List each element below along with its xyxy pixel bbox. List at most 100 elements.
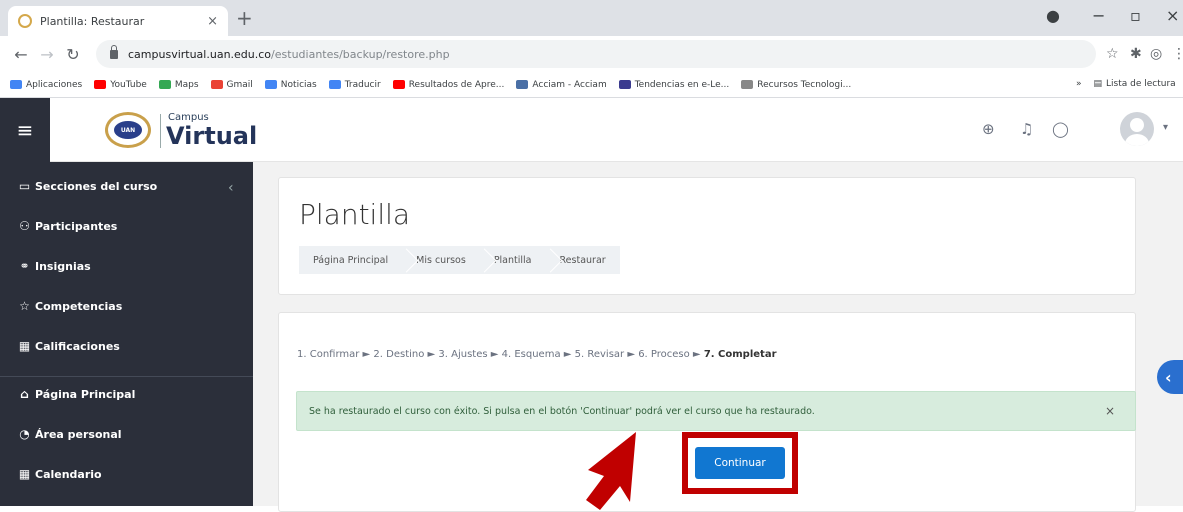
browser-nav-bar: ← → ↻ campusvirtual.uan.edu.co/estudiant… bbox=[0, 36, 1183, 72]
reading-list-label: Lista de lectura bbox=[1106, 79, 1176, 89]
sidebar-item-competencias[interactable]: ☆ Competencias bbox=[18, 299, 123, 314]
reading-list[interactable]: » ▤ Lista de lectura bbox=[1076, 79, 1176, 89]
new-tab-button[interactable]: + bbox=[236, 8, 253, 28]
user-avatar[interactable] bbox=[1120, 112, 1154, 146]
reading-list-icon: ▤ bbox=[1093, 79, 1103, 89]
page-title: Plantilla bbox=[299, 198, 411, 231]
account-icon[interactable]: ◎ bbox=[1150, 46, 1162, 62]
close-window-button[interactable]: × bbox=[1166, 6, 1179, 26]
sidebar-item-página-principal[interactable]: ⌂ Página Principal bbox=[18, 387, 136, 402]
sidebar-item-secciones-del-curso[interactable]: ▭ Secciones del curso bbox=[18, 179, 158, 194]
arrow-shape bbox=[586, 432, 636, 510]
bookmark-item[interactable]: Recursos Tecnologi... bbox=[741, 80, 851, 90]
badge-icon: ⚭ bbox=[19, 259, 30, 273]
breadcrumb-item[interactable]: Restaurar bbox=[546, 246, 620, 274]
lock-icon bbox=[110, 44, 118, 59]
sidebar-item-insignias[interactable]: ⚭ Insignias bbox=[18, 259, 91, 274]
bookmark-item[interactable]: Gmail bbox=[210, 79, 253, 90]
sidebar-item-label: Calendario bbox=[35, 468, 102, 481]
sidebar-item-calificaciones[interactable]: ▦ Calificaciones bbox=[18, 339, 120, 354]
more-bookmarks-icon[interactable]: » bbox=[1076, 79, 1082, 89]
minimize-button[interactable]: − bbox=[1092, 6, 1105, 26]
collapse-chevron-icon[interactable]: ‹ bbox=[228, 180, 234, 196]
bookmark-icon bbox=[210, 80, 223, 89]
user-menu-caret-icon[interactable]: ▾ bbox=[1163, 122, 1168, 133]
bookmark-icon bbox=[10, 80, 22, 89]
breadcrumb: Página Principal Mis cursos Plantilla Resta… bbox=[299, 246, 620, 274]
bookmark-label: Recursos Tecnologi... bbox=[757, 79, 852, 90]
university-logo[interactable]: UAN bbox=[105, 112, 151, 148]
maximize-button[interactable]: ▫ bbox=[1130, 6, 1141, 26]
home-icon: ⌂ bbox=[20, 387, 29, 401]
browser-tab[interactable]: Plantilla: Restaurar × bbox=[8, 6, 228, 36]
bookmark-label: Traducir bbox=[344, 79, 381, 90]
reload-icon[interactable]: ↻ bbox=[60, 45, 86, 64]
bookmarks-bar: Aplicaciones YouTube Maps Gmail Noticias Trad… bbox=[0, 72, 1183, 98]
bookmark-item[interactable]: Resultados de Apre... bbox=[392, 79, 505, 90]
bookmark-item[interactable]: Tendencias en e-Le... bbox=[618, 79, 730, 90]
menu-dots-icon[interactable]: ⋮ bbox=[1172, 46, 1183, 62]
bookmark-label: Gmail bbox=[226, 79, 253, 90]
back-arrow-icon[interactable]: ← bbox=[8, 45, 34, 64]
drawer-toggle-icon[interactable]: ‹ bbox=[1157, 360, 1183, 394]
tab-close-icon[interactable]: × bbox=[207, 14, 218, 29]
bookmark-label: Tendencias en e-Le... bbox=[634, 79, 730, 90]
users-icon: ⚇ bbox=[19, 219, 30, 233]
address-bar[interactable]: campusvirtual.uan.edu.co/estudiantes/bac… bbox=[96, 40, 1096, 68]
bookmark-icon bbox=[158, 80, 171, 89]
bookmark-label: Acciam - Acciam bbox=[532, 79, 607, 90]
main-content: Plantilla Página Principal Mis cursos Plan… bbox=[253, 162, 1183, 512]
site-header: ≡ UAN Campus Virtual ⊕ ♫ ◯ ▾ bbox=[0, 98, 1183, 162]
bookmark-label: Maps bbox=[174, 79, 199, 90]
globe-icon[interactable]: ⊕ bbox=[982, 120, 995, 138]
breadcrumb-item[interactable]: Mis cursos bbox=[402, 246, 480, 274]
bookmark-item[interactable]: Traducir bbox=[328, 79, 381, 90]
table-icon: ▦ bbox=[18, 339, 31, 353]
menu-toggle-icon[interactable]: ≡ bbox=[0, 98, 50, 162]
continue-button-area: Continuar bbox=[688, 438, 792, 488]
bookmark-item[interactable]: Maps bbox=[158, 79, 199, 90]
site-favicon-icon bbox=[18, 14, 32, 28]
sidebar-item-label: Competencias bbox=[35, 300, 123, 313]
folder-icon: ▭ bbox=[18, 179, 31, 193]
bookmark-item[interactable]: Acciam - Acciam bbox=[516, 79, 607, 90]
sidebar-item-participantes[interactable]: ⚇ Participantes bbox=[18, 219, 118, 234]
sidebar-item-calendario[interactable]: ▦ Calendario bbox=[18, 468, 102, 482]
alert-message: Se ha restaurado el curso con éxito. Si … bbox=[309, 405, 815, 417]
course-sidebar: ‹ ▭ Secciones del curso ⚇ Participantes ⚭ Ins… bbox=[0, 162, 253, 506]
bookmark-icon bbox=[328, 80, 341, 89]
bookmark-label: Resultados de Apre... bbox=[408, 79, 505, 90]
bookmark-item[interactable]: Aplicaciones bbox=[10, 80, 82, 90]
alert-close-icon[interactable]: × bbox=[1105, 404, 1115, 418]
continue-button[interactable]: Continuar bbox=[695, 447, 785, 479]
current-step: 7. Completar bbox=[703, 349, 777, 360]
logo-badge: UAN bbox=[114, 121, 142, 139]
browser-tab-bar: Plantilla: Restaurar × + ● − ▫ × bbox=[0, 0, 1183, 36]
sidebar-item-label: Página Principal bbox=[35, 388, 136, 401]
bookmark-item[interactable]: Noticias bbox=[264, 80, 317, 90]
bell-icon[interactable]: ♫ bbox=[1020, 120, 1033, 138]
success-alert: Se ha restaurado el curso con éxito. Si … bbox=[296, 391, 1136, 431]
sidebar-item-label: Participantes bbox=[35, 220, 118, 233]
bookmark-star-icon[interactable]: ☆ bbox=[1106, 46, 1119, 62]
sidebar-item-label: Secciones del curso bbox=[35, 180, 158, 193]
breadcrumb-item[interactable]: Plantilla bbox=[480, 246, 546, 274]
bookmark-icon bbox=[264, 80, 277, 89]
bookmark-label: YouTube bbox=[110, 79, 147, 90]
star-icon: ☆ bbox=[19, 299, 30, 313]
tab-title: Plantilla: Restaurar bbox=[40, 14, 145, 28]
extensions-icon[interactable]: ✱ bbox=[1130, 46, 1142, 62]
profile-dot-icon[interactable]: ● bbox=[1046, 6, 1060, 26]
breadcrumb-item[interactable]: Página Principal bbox=[299, 246, 402, 274]
bookmark-item[interactable]: YouTube bbox=[94, 80, 147, 90]
restore-steps: 1. Confirmar ► 2. Destino ► 3. Ajustes ►… bbox=[297, 349, 777, 360]
chat-icon[interactable]: ◯ bbox=[1052, 120, 1069, 138]
sidebar-item-label: Área personal bbox=[35, 428, 122, 441]
bookmark-icon bbox=[516, 80, 529, 89]
forward-arrow-icon[interactable]: → bbox=[34, 45, 60, 64]
sidebar-item-label: Calificaciones bbox=[35, 340, 120, 353]
bookmark-icon bbox=[392, 80, 405, 89]
sidebar-item-label: Insignias bbox=[35, 260, 91, 273]
annotation-arrow bbox=[586, 432, 636, 510]
sidebar-item-área-personal[interactable]: ◔ Área personal bbox=[18, 428, 122, 442]
